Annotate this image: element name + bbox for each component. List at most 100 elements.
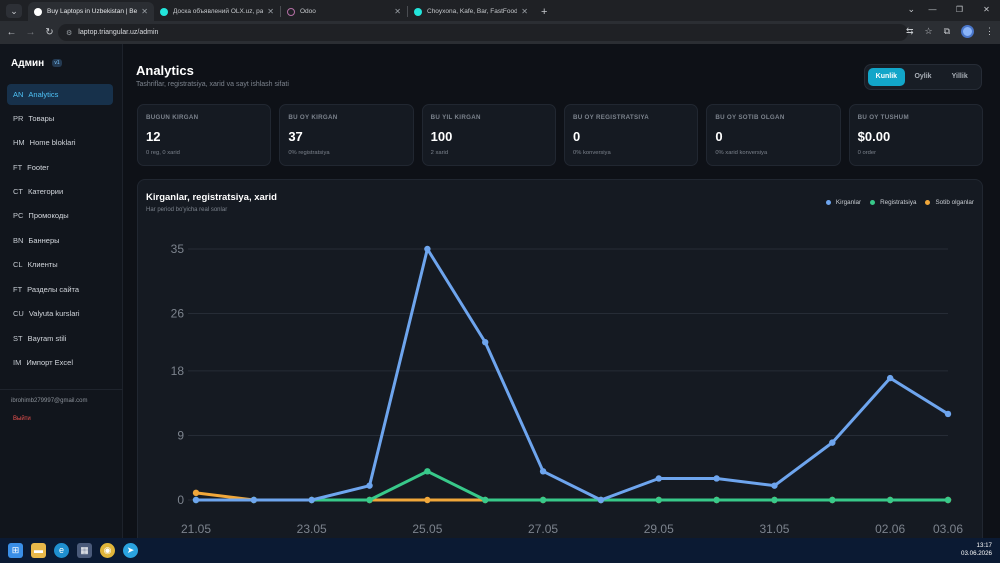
- telegram-icon[interactable]: ➤: [123, 543, 138, 558]
- stats-cards: BUGUN KIRGAN 12 0 reg, 0 xarid BU OY KIR…: [137, 104, 983, 166]
- sidebar-item-categories[interactable]: CT Категории: [7, 181, 113, 202]
- sidebar-item-site-sections[interactable]: FT Разделы сайта: [7, 279, 113, 300]
- close-tab-icon[interactable]: ✕: [394, 7, 401, 16]
- close-window-icon[interactable]: ✕: [973, 0, 1000, 20]
- tab-favicon-icon: [414, 7, 422, 16]
- clock-date: 03.06.2026: [961, 550, 992, 557]
- period-yearly-button[interactable]: Yillik: [941, 68, 978, 86]
- x-tick-label: 02.06: [875, 522, 905, 536]
- browser-tab[interactable]: Choyxona, Kafe, Bar, FastFood ✕: [408, 2, 534, 21]
- tab-favicon-icon: [34, 7, 42, 16]
- reload-icon[interactable]: ↻: [40, 27, 59, 38]
- sidebar-item-currency-rates[interactable]: CU Valyuta kurslari: [7, 303, 113, 324]
- stat-value: 0: [715, 129, 723, 144]
- stat-note: 0% registratsiya: [288, 150, 330, 156]
- page-title: Analytics: [136, 63, 194, 78]
- menu-kebab-icon[interactable]: ⋮: [985, 26, 994, 37]
- sidebar-item-clients[interactable]: CL Клиенты: [7, 254, 113, 275]
- sidebar-item-footer[interactable]: FT Footer: [7, 157, 113, 178]
- data-point: [192, 496, 200, 504]
- extensions-icon[interactable]: ⧉: [944, 26, 950, 37]
- browser-tab-strip: ⌄ Buy Laptops in Uzbekistan | Be ✕ Доска…: [0, 0, 1000, 21]
- data-point: [829, 496, 836, 504]
- stat-label: BU OY SOTIB OLGAN: [715, 114, 785, 121]
- stat-note: 2 xarid: [430, 150, 449, 156]
- data-point: [771, 482, 778, 489]
- file-explorer-icon[interactable]: ▬: [31, 543, 46, 558]
- x-tick-label: 27.05: [528, 522, 558, 536]
- bookmark-star-icon[interactable]: ☆: [924, 26, 932, 37]
- main-content: Analytics Tashriflar, registratsiya, xar…: [123, 44, 1000, 549]
- close-tab-icon[interactable]: ✕: [267, 7, 274, 16]
- maximize-icon[interactable]: ❐: [946, 0, 973, 20]
- browser-toolbar: ← → ↻ ⚙ laptop.triangular.uz/admin ⇆ ☆ ⧉…: [0, 21, 1000, 44]
- profile-chevron-icon[interactable]: ⌄: [907, 4, 915, 15]
- sidebar-item-label: Разделы сайта: [27, 285, 80, 294]
- stat-card-month-visits: BU OY KIRGAN 37 0% registratsiya: [279, 104, 414, 166]
- tab-search-icon[interactable]: ⌄: [6, 4, 22, 18]
- period-switch: Kunlik Oylik Yillik: [864, 64, 982, 90]
- data-point: [829, 439, 836, 446]
- chrome-browser-icon[interactable]: ◉: [100, 543, 115, 558]
- data-point: [886, 374, 894, 382]
- stat-value: 12: [146, 129, 161, 144]
- data-point: [366, 482, 373, 489]
- sidebar-item-code: PR: [13, 114, 24, 123]
- activity-chart-card: Kirganlar, registratsiya, xarid Har peri…: [137, 179, 983, 549]
- browser-tab[interactable]: Odoo ✕: [281, 2, 407, 21]
- page-subtitle: Tashriflar, registratsiya, xarid va sayt…: [136, 81, 289, 88]
- sidebar-item-products[interactable]: PR Товары: [7, 108, 113, 129]
- stat-card-today-visits: BUGUN KIRGAN 12 0 reg, 0 xarid: [137, 104, 272, 166]
- toolbar-actions: ⇆ ☆ ⧉ ⋮: [906, 25, 994, 38]
- sidebar-divider: [0, 389, 123, 390]
- sidebar-item-home-blocks[interactable]: HM Home bloklari: [7, 132, 113, 153]
- address-bar[interactable]: ⚙ laptop.triangular.uz/admin: [58, 24, 908, 41]
- sidebar-item-analytics[interactable]: AN Analytics: [7, 84, 113, 105]
- sidebar-item-excel-import[interactable]: IM Импорт Excel: [7, 352, 113, 373]
- tab-title: Buy Laptops in Uzbekistan | Be: [47, 8, 138, 15]
- translate-icon[interactable]: ⇆: [906, 26, 914, 37]
- profile-avatar[interactable]: [961, 25, 974, 38]
- period-daily-button[interactable]: Kunlik: [868, 68, 905, 86]
- tab-title: Доска объявлений OLX.uz, ра: [173, 8, 264, 15]
- admin-sidebar: Админ v1 AN Analytics PR Товары HM Home …: [0, 44, 123, 538]
- sidebar-item-banners[interactable]: BN Баннеры: [7, 230, 113, 251]
- period-monthly-button[interactable]: Oylik: [905, 68, 942, 86]
- system-clock[interactable]: 13:17 03.06.2026: [961, 542, 992, 558]
- y-tick-label: 35: [171, 242, 185, 256]
- windows-start-icon[interactable]: ⊞: [8, 543, 23, 558]
- browser-tab[interactable]: Buy Laptops in Uzbekistan | Be ✕: [28, 2, 154, 21]
- sidebar-item-promocodes[interactable]: PC Промокоды: [7, 205, 113, 226]
- forward-icon[interactable]: →: [21, 27, 40, 38]
- sidebar-item-code: BN: [13, 236, 24, 245]
- data-point: [424, 496, 431, 504]
- sidebar-item-code: CT: [13, 187, 23, 196]
- browser-tab[interactable]: Доска объявлений OLX.uz, ра ✕: [154, 2, 280, 21]
- sidebar-item-holiday-style[interactable]: ST Bayram stili: [7, 328, 113, 349]
- tab-title: Odoo: [300, 8, 316, 15]
- minimize-icon[interactable]: —: [919, 0, 946, 20]
- y-tick-label: 26: [171, 307, 185, 321]
- close-tab-icon[interactable]: ✕: [141, 7, 148, 16]
- stat-note: 0% konversiya: [572, 150, 611, 156]
- x-tick-label: 23.05: [297, 522, 327, 536]
- site-info-icon[interactable]: ⚙: [66, 29, 72, 37]
- sidebar-item-code: AN: [13, 90, 24, 99]
- edge-browser-icon[interactable]: e: [54, 543, 69, 558]
- stat-value: 100: [430, 129, 453, 144]
- data-point: [482, 496, 489, 504]
- tab-favicon-icon: [160, 7, 168, 16]
- stat-label: BU YIL KIRGAN: [430, 114, 481, 121]
- y-tick-label: 9: [177, 428, 184, 442]
- store-icon[interactable]: ▦: [77, 543, 92, 558]
- close-tab-icon[interactable]: ✕: [521, 7, 528, 16]
- stat-note: 0 order: [857, 150, 877, 156]
- tab-favicon-icon: [287, 7, 295, 16]
- sidebar-item-label: Товары: [28, 114, 55, 123]
- x-tick-label: 25.05: [412, 522, 442, 536]
- logout-link[interactable]: Выйти: [13, 416, 31, 422]
- sidebar-item-label: Home bloklari: [29, 138, 76, 147]
- back-icon[interactable]: ←: [2, 27, 21, 38]
- y-tick-label: 18: [171, 364, 185, 378]
- new-tab-icon[interactable]: +: [541, 6, 547, 18]
